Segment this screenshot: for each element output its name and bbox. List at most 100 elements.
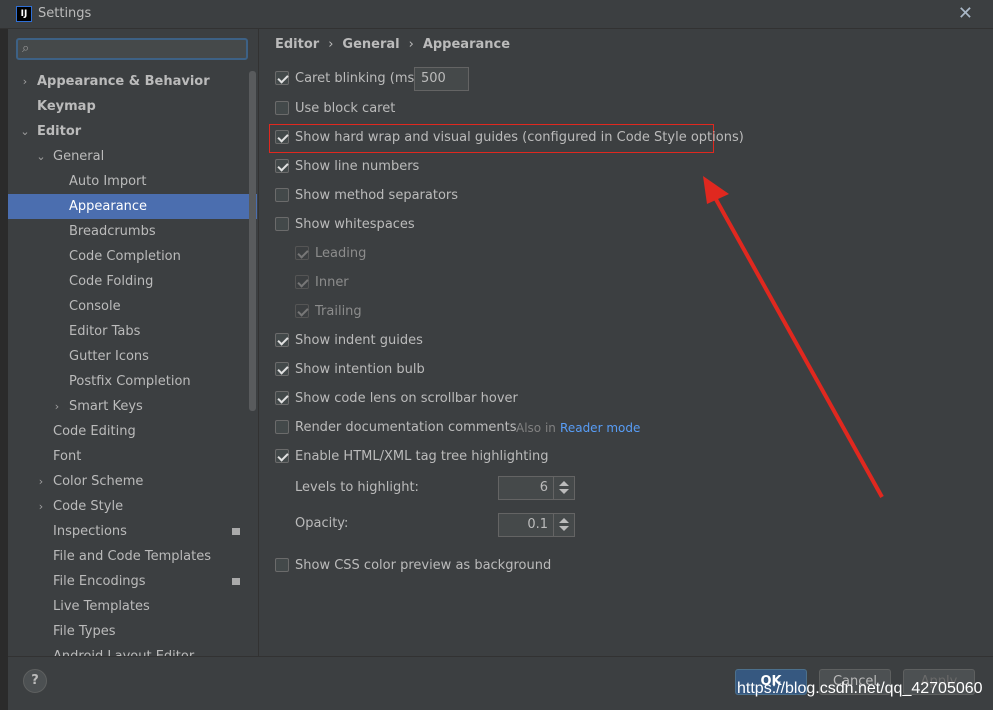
sidebar-item-general[interactable]: ⌄ General [8,144,257,169]
sidebar-item-label: Code Editing [53,424,136,439]
search-box[interactable]: ⌕ [16,38,248,60]
levels-value: 6 [539,480,548,495]
breadcrumb-separator: › [328,37,334,52]
search-input[interactable] [40,41,244,59]
opacity-value: 0.1 [527,517,548,532]
window-title: Settings [38,6,92,21]
caret-blinking-checkbox[interactable] [275,71,289,85]
tag-tree-label: Enable HTML/XML tag tree highlighting [295,449,549,464]
sidebar-scrollbar[interactable] [249,71,256,411]
opacity-spinner[interactable]: 0.1 [498,513,575,537]
annotation-arrow-shaft [711,193,884,498]
help-button[interactable]: ? [23,669,47,693]
settings-content: Editor › General › Appearance Caret blinking… [259,29,993,656]
project-scope-icon [232,528,240,535]
sidebar-item-label: Editor Tabs [69,324,141,339]
opacity-spinner-buttons[interactable] [553,514,574,536]
project-scope-icon [232,578,240,585]
sidebar-item-code-folding[interactable]: Code Folding [8,269,257,294]
chevron-right-icon[interactable]: › [19,69,31,94]
code-lens-checkbox[interactable] [275,391,289,405]
sidebar-item-android-layout-editor[interactable]: Android Layout Editor [8,644,257,656]
close-icon[interactable]: ✕ [958,3,973,24]
search-icon: ⌕ [22,41,30,56]
sidebar-item-file-types[interactable]: File Types [8,619,257,644]
spinner-down-icon[interactable] [559,526,569,531]
sidebar-item-code-style[interactable]: › Code Style [8,494,257,519]
breadcrumb-appearance: Appearance [422,37,511,52]
css-preview-label: Show CSS color preview as background [295,558,552,573]
inner-label: Inner [315,275,349,290]
chevron-down-icon[interactable]: ⌄ [19,119,31,144]
levels-spinner[interactable]: 6 [498,476,575,500]
sidebar-item-label: File and Code Templates [53,549,211,564]
line-numbers-checkbox[interactable] [275,159,289,173]
spinner-down-icon[interactable] [559,489,569,494]
reader-mode-link[interactable]: Reader mode [560,421,640,435]
sidebar-item-code-editing[interactable]: Code Editing [8,419,257,444]
levels-label: Levels to highlight: [295,480,419,495]
sidebar-item-file-and-code-templates[interactable]: File and Code Templates [8,544,257,569]
sidebar-item-auto-import[interactable]: Auto Import [8,169,257,194]
settings-sidebar: ⌕ › Appearance & Behavior Keymap ⌄ Editor ⌄ Ge… [8,29,258,656]
sidebar-item-label: Smart Keys [69,399,143,414]
leading-checkbox[interactable] [295,246,309,260]
css-preview-checkbox[interactable] [275,558,289,572]
sidebar-item-file-encodings[interactable]: File Encodings [8,569,257,594]
sidebar-item-editor-tabs[interactable]: Editor Tabs [8,319,257,344]
sidebar-item-keymap[interactable]: Keymap [8,94,257,119]
chevron-right-icon[interactable]: › [35,469,47,494]
tag-tree-checkbox[interactable] [275,449,289,463]
whitespaces-checkbox[interactable] [275,217,289,231]
caret-blinking-input[interactable]: 500 [414,67,469,91]
hard-wrap-label: Show hard wrap and visual guides (config… [295,130,744,145]
sidebar-item-label: Postfix Completion [69,374,191,389]
chevron-down-icon[interactable]: ⌄ [35,144,47,169]
breadcrumb-general[interactable]: General [342,37,399,52]
render-docs-checkbox[interactable] [275,420,289,434]
sidebar-item-label: Inspections [53,524,127,539]
code-lens-label: Show code lens on scrollbar hover [295,391,518,406]
sidebar-item-postfix-completion[interactable]: Postfix Completion [8,369,257,394]
trailing-checkbox[interactable] [295,304,309,318]
trailing-label: Trailing [315,304,362,319]
inner-checkbox[interactable] [295,275,309,289]
sidebar-item-color-scheme[interactable]: › Color Scheme [8,469,257,494]
intellij-logo-icon: IJ [16,6,32,22]
intention-bulb-checkbox[interactable] [275,362,289,376]
breadcrumb: Editor › General › Appearance [275,37,510,52]
method-separators-label: Show method separators [295,188,459,203]
spinner-up-icon[interactable] [559,518,569,523]
use-block-caret-label: Use block caret [295,101,396,116]
sidebar-item-label: Code Style [53,499,124,514]
hard-wrap-checkbox[interactable] [275,130,289,144]
indent-guides-checkbox[interactable] [275,333,289,347]
indent-guides-label: Show indent guides [295,333,423,348]
sidebar-item-appearance[interactable]: Appearance [8,194,257,219]
sidebar-item-live-templates[interactable]: Live Templates [8,594,257,619]
intention-bulb-label: Show intention bulb [295,362,425,377]
sidebar-item-font[interactable]: Font [8,444,257,469]
sidebar-item-console[interactable]: Console [8,294,257,319]
reader-mode-hint: Also in Reader mode [516,417,640,439]
sidebar-item-appearance-behavior[interactable]: › Appearance & Behavior [8,69,257,94]
sidebar-item-gutter-icons[interactable]: Gutter Icons [8,344,257,369]
sidebar-item-label: Font [53,449,82,464]
spinner-up-icon[interactable] [559,481,569,486]
title-bar: IJ Settings ✕ [0,0,993,29]
sidebar-item-editor[interactable]: ⌄ Editor [8,119,257,144]
sidebar-item-label: Color Scheme [53,474,144,489]
sidebar-item-label: Appearance [69,199,148,214]
sidebar-item-smart-keys[interactable]: › Smart Keys [8,394,257,419]
sidebar-item-label: Android Layout Editor [53,644,194,656]
chevron-right-icon[interactable]: › [35,494,47,519]
chevron-right-icon[interactable]: › [51,394,63,419]
sidebar-item-code-completion[interactable]: Code Completion [8,244,257,269]
sidebar-item-inspections[interactable]: Inspections [8,519,257,544]
levels-spinner-buttons[interactable] [553,477,574,499]
method-separators-checkbox[interactable] [275,188,289,202]
sidebar-item-breadcrumbs[interactable]: Breadcrumbs [8,219,257,244]
sidebar-item-label: Auto Import [69,174,147,189]
breadcrumb-editor[interactable]: Editor [275,37,319,52]
use-block-caret-checkbox[interactable] [275,101,289,115]
